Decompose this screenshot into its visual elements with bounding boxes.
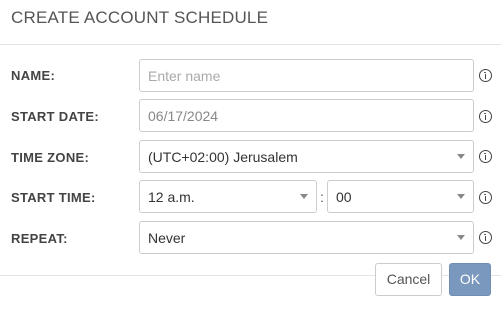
start-date-label: START DATE: [11,109,100,124]
time-zone-value: (UTC+02:00) Jerusalem [148,149,298,165]
chevron-down-icon [300,194,308,199]
create-account-schedule-dialog: CREATE ACCOUNT SCHEDULE NAME: Enter name… [0,0,501,330]
time-zone-label: TIME ZONE: [11,150,90,165]
repeat-select[interactable]: Never [139,221,474,254]
ok-button[interactable]: OK [449,263,491,296]
start-time-info-icon[interactable] [479,191,492,204]
name-placeholder: Enter name [148,68,221,84]
dialog-title: CREATE ACCOUNT SCHEDULE [11,8,269,27]
dialog-header: CREATE ACCOUNT SCHEDULE [0,0,501,45]
name-input[interactable]: Enter name [139,59,474,92]
repeat-label: REPEAT: [11,231,68,246]
time-separator: : [320,189,324,205]
time-zone-select[interactable]: (UTC+02:00) Jerusalem [139,140,474,173]
start-time-minute-value: 00 [336,189,352,205]
repeat-info-icon[interactable] [479,231,492,244]
start-time-hour-select[interactable]: 12 a.m. [139,180,317,213]
chevron-down-icon [457,194,465,199]
start-date-value: 06/17/2024 [148,108,219,124]
start-date-input[interactable]: 06/17/2024 [139,99,474,132]
start-time-hour-value: 12 a.m. [148,189,195,205]
start-time-label: START TIME: [11,190,96,205]
repeat-value: Never [148,230,186,246]
name-label: NAME: [11,68,56,83]
cancel-button[interactable]: Cancel [375,263,442,296]
start-time-minute-select[interactable]: 00 [327,180,474,213]
chevron-down-icon [457,235,465,240]
chevron-down-icon [457,154,465,159]
time-zone-info-icon[interactable] [479,150,492,163]
start-date-info-icon[interactable] [479,110,492,123]
name-info-icon[interactable] [479,69,492,82]
